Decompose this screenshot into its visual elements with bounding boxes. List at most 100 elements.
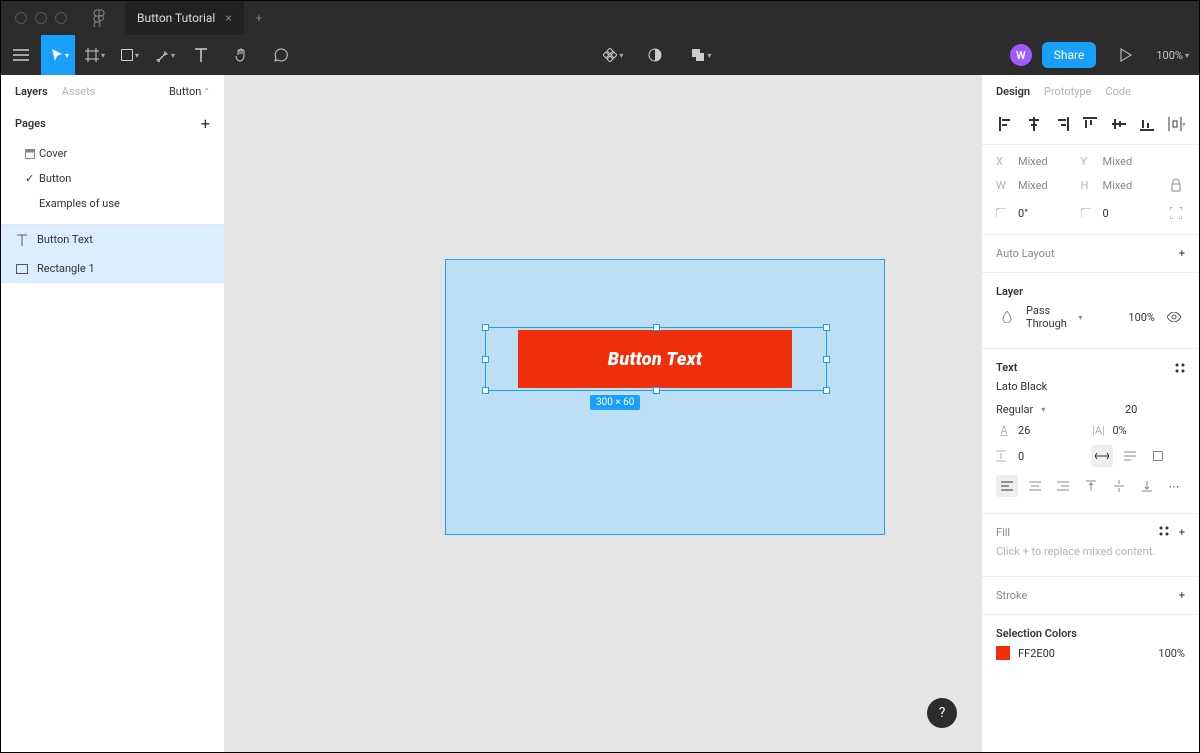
page-item-button[interactable]: ✓ Button [1,166,224,191]
boolean-tool[interactable]: ▾ [681,35,717,75]
lock-aspect-button[interactable] [1165,174,1187,196]
hand-tool[interactable] [221,35,261,75]
text-tool[interactable] [181,35,221,75]
resize-handle-n[interactable] [653,324,660,331]
fill-styles-button[interactable] [1159,526,1169,539]
distribute-button[interactable]: ▾ [1165,114,1185,134]
help-button[interactable]: ? [927,698,957,728]
prototype-tab[interactable]: Prototype [1044,85,1091,98]
text-align-top-button[interactable] [1080,475,1102,497]
auto-width-button[interactable] [1091,445,1113,467]
chevron-down-icon: ▾ [65,51,69,60]
chevron-down-icon: ▾ [619,51,623,60]
align-vcenter-button[interactable] [1109,114,1129,134]
add-auto-layout-button[interactable]: + [1179,247,1185,260]
assets-tab[interactable]: Assets [62,85,96,98]
w-value[interactable]: Mixed [1018,179,1073,192]
zoom-control[interactable]: 100% ▾ [1156,49,1189,62]
blend-mode-value[interactable]: Pass Through [1026,304,1068,330]
color-hex-value[interactable]: FF2E00 [1018,647,1150,660]
x-value[interactable]: Mixed [1018,155,1073,168]
letter-spacing-value[interactable]: 0% [1113,424,1127,437]
user-avatar[interactable]: W [1010,44,1032,66]
text-align-bottom-button[interactable] [1136,475,1158,497]
h-label: H [1081,179,1095,192]
text-align-center-button[interactable] [1024,475,1046,497]
selection-box [485,327,827,391]
resize-handle-se[interactable] [823,387,830,394]
resize-handle-w[interactable] [482,356,489,363]
frame-tool[interactable]: ▾ [75,35,111,75]
canvas[interactable]: Button Text 300 × 60 ? [225,75,981,752]
minimize-window-icon[interactable] [35,12,47,24]
align-left-button[interactable] [996,114,1016,134]
rotation-value[interactable]: 0° [1018,207,1073,220]
chevron-down-icon: ▾ [135,51,139,60]
font-size-value[interactable]: 20 [1125,403,1137,416]
visibility-toggle[interactable] [1163,306,1185,328]
page-thumbnail-icon [25,149,39,159]
shape-tool[interactable]: ▾ [111,35,145,75]
align-hcenter-button[interactable] [1024,114,1044,134]
frame[interactable]: Button Text 300 × 60 [445,259,885,535]
pen-tool[interactable]: ▾ [145,35,181,75]
add-stroke-button[interactable]: + [1179,589,1185,602]
align-right-button[interactable] [1052,114,1072,134]
resize-handle-sw[interactable] [482,387,489,394]
text-styles-button[interactable] [1175,363,1185,373]
font-family-value[interactable]: Lato Black [996,380,1185,393]
color-swatch[interactable] [996,646,1010,660]
file-tab[interactable]: Button Tutorial × [125,1,244,35]
share-button[interactable]: Share [1042,42,1097,68]
new-tab-button[interactable]: + [244,12,274,25]
component-tool[interactable]: ▾ [593,35,629,75]
resize-handle-nw[interactable] [482,324,489,331]
resize-handle-s[interactable] [653,387,660,394]
opacity-value[interactable]: 100% [1128,311,1155,324]
page-selector[interactable]: Button ⌃ [169,85,210,98]
layer-section: Layer Pass Through ▾ 100% [982,272,1199,348]
maximize-window-icon[interactable] [55,12,67,24]
fixed-size-button[interactable] [1147,445,1169,467]
chevron-down-icon: ▾ [1185,51,1189,60]
add-page-button[interactable]: + [201,114,210,133]
radius-icon [1081,208,1095,218]
resize-handle-e[interactable] [823,356,830,363]
y-value[interactable]: Mixed [1103,155,1158,168]
close-window-icon[interactable] [15,12,27,24]
radius-value[interactable]: 0 [1103,207,1158,220]
code-tab[interactable]: Code [1105,85,1130,98]
text-more-options-button[interactable]: ⋯ [1163,475,1185,497]
hand-icon [234,48,248,62]
h-value[interactable]: Mixed [1103,179,1158,192]
mask-tool[interactable] [635,35,675,75]
layer-item-button-text[interactable]: Button Text [1,225,224,254]
page-selector-label: Button [169,85,201,98]
line-height-value[interactable]: 26 [1018,424,1030,437]
page-item-examples[interactable]: Examples of use [1,191,224,216]
align-top-button[interactable] [1080,114,1100,134]
resize-handle-ne[interactable] [823,324,830,331]
move-tool[interactable]: ▾ [41,35,75,75]
auto-height-button[interactable] [1119,445,1141,467]
font-weight-value[interactable]: Regular [996,403,1033,416]
layers-tab[interactable]: Layers [15,85,48,98]
page-item-cover[interactable]: Cover [1,141,224,166]
text-align-left-button[interactable] [996,475,1018,497]
layer-item-rectangle[interactable]: Rectangle 1 [1,254,224,283]
color-opacity-value[interactable]: 100% [1158,647,1185,660]
window-controls[interactable] [9,12,73,24]
independent-corners-button[interactable] [1165,202,1187,224]
text-align-right-button[interactable] [1052,475,1074,497]
present-button[interactable] [1106,35,1146,75]
close-tab-icon[interactable]: × [225,11,231,25]
text-layer-icon [15,234,29,246]
comment-tool[interactable] [261,35,301,75]
align-bottom-button[interactable] [1137,114,1157,134]
add-fill-button[interactable]: + [1179,526,1185,539]
text-align-middle-button[interactable] [1108,475,1130,497]
menu-button[interactable] [1,35,41,75]
w-label: W [996,179,1010,192]
paragraph-spacing-value[interactable]: 0 [1018,450,1024,463]
design-tab[interactable]: Design [996,85,1030,98]
